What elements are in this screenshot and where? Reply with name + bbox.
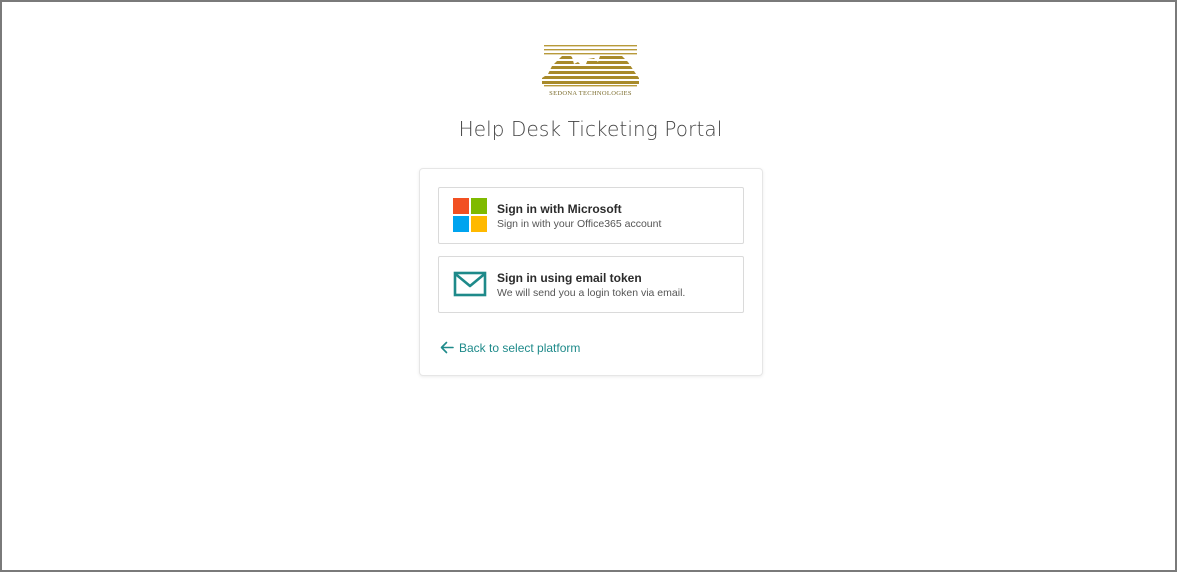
sign-in-email-token-button[interactable]: Sign in using email token We will send y…: [438, 256, 744, 313]
signin-card: Sign in with Microsoft Sign in with your…: [419, 168, 763, 376]
app-window: SEDONA TECHNOLOGIES Help Desk Ticketing …: [0, 0, 1177, 572]
option-subtitle: Sign in with your Office365 account: [497, 218, 662, 230]
logo-wordmark: SEDONA TECHNOLOGIES: [549, 90, 632, 97]
envelope-icon: [453, 267, 487, 301]
option-subtitle: We will send you a login token via email…: [497, 287, 686, 299]
sign-in-microsoft-button[interactable]: Sign in with Microsoft Sign in with your…: [438, 187, 744, 244]
option-title: Sign in using email token: [497, 271, 642, 285]
back-link-label: Back to select platform: [459, 341, 581, 355]
page-title: Help Desk Ticketing Portal: [458, 117, 723, 141]
option-title: Sign in with Microsoft: [497, 202, 622, 216]
sedona-mountain-logo-icon: [542, 45, 639, 87]
microsoft-logo-icon: [453, 198, 487, 232]
arrow-left-icon: [440, 341, 454, 354]
company-logo: SEDONA TECHNOLOGIES: [542, 44, 639, 100]
